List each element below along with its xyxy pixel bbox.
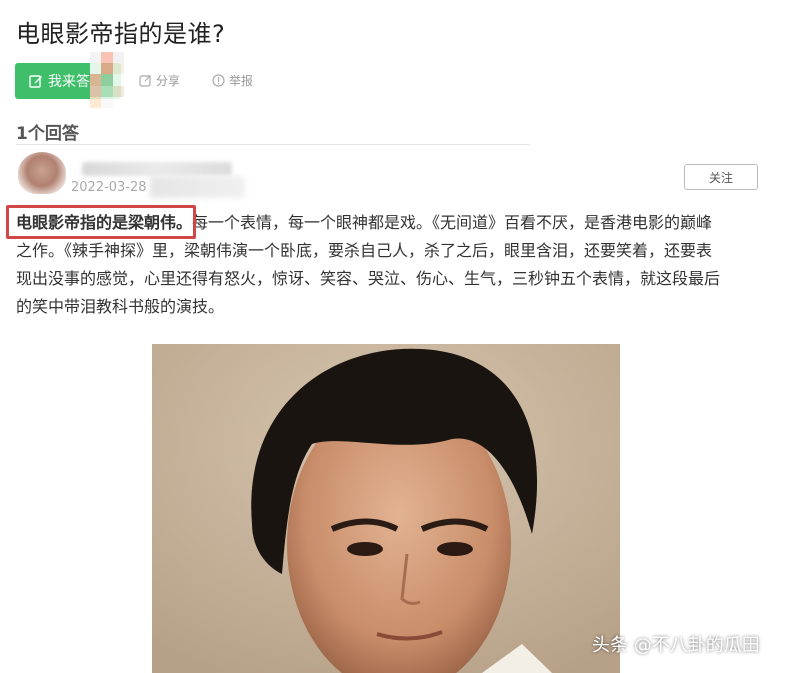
mosaic-blur bbox=[90, 52, 124, 108]
watermark: 头条 @不八卦的瓜田 bbox=[592, 635, 760, 656]
info-circle-icon bbox=[212, 74, 225, 87]
blurred-area bbox=[150, 176, 245, 198]
share-icon bbox=[139, 75, 151, 87]
answer-button-label: 我来答 bbox=[48, 74, 90, 90]
share-label: 分享 bbox=[156, 74, 181, 88]
answer-date: 2022-03-28 bbox=[71, 180, 147, 195]
answer-photo[interactable] bbox=[152, 344, 620, 673]
highlight-box bbox=[6, 205, 196, 239]
question-title: 电眼影帝指的是谁? bbox=[16, 20, 226, 48]
portrait-image bbox=[152, 344, 620, 673]
pencil-square-icon bbox=[29, 75, 42, 88]
answer-line-1-rest: 每一个表情，每一个眼神都是戏。《无间道》百看不厌，是香港电影的巅峰 bbox=[192, 213, 713, 232]
report-action[interactable]: 举报 bbox=[212, 72, 253, 89]
answer-line-3: 现出没事的感觉，心里还得有怒火，惊讶、笑容、哭泣、伤心、生气，三秒钟五个表情，就… bbox=[16, 269, 721, 288]
answer-line-4: 的笑中带泪教科书般的演技。 bbox=[16, 297, 225, 316]
answer-line-2: 之作。《辣手神探》里，梁朝伟演一个卧底，要杀自己人，杀了之后，眼里含泪，还要笑着… bbox=[16, 241, 713, 260]
report-label: 举报 bbox=[229, 74, 254, 88]
follow-button[interactable]: 关注 bbox=[684, 164, 758, 190]
share-action[interactable]: 分享 bbox=[139, 72, 180, 89]
avatar[interactable] bbox=[18, 152, 66, 194]
divider bbox=[16, 144, 530, 145]
answer-count: 1个回答 bbox=[16, 124, 79, 144]
username-blurred bbox=[82, 162, 232, 176]
